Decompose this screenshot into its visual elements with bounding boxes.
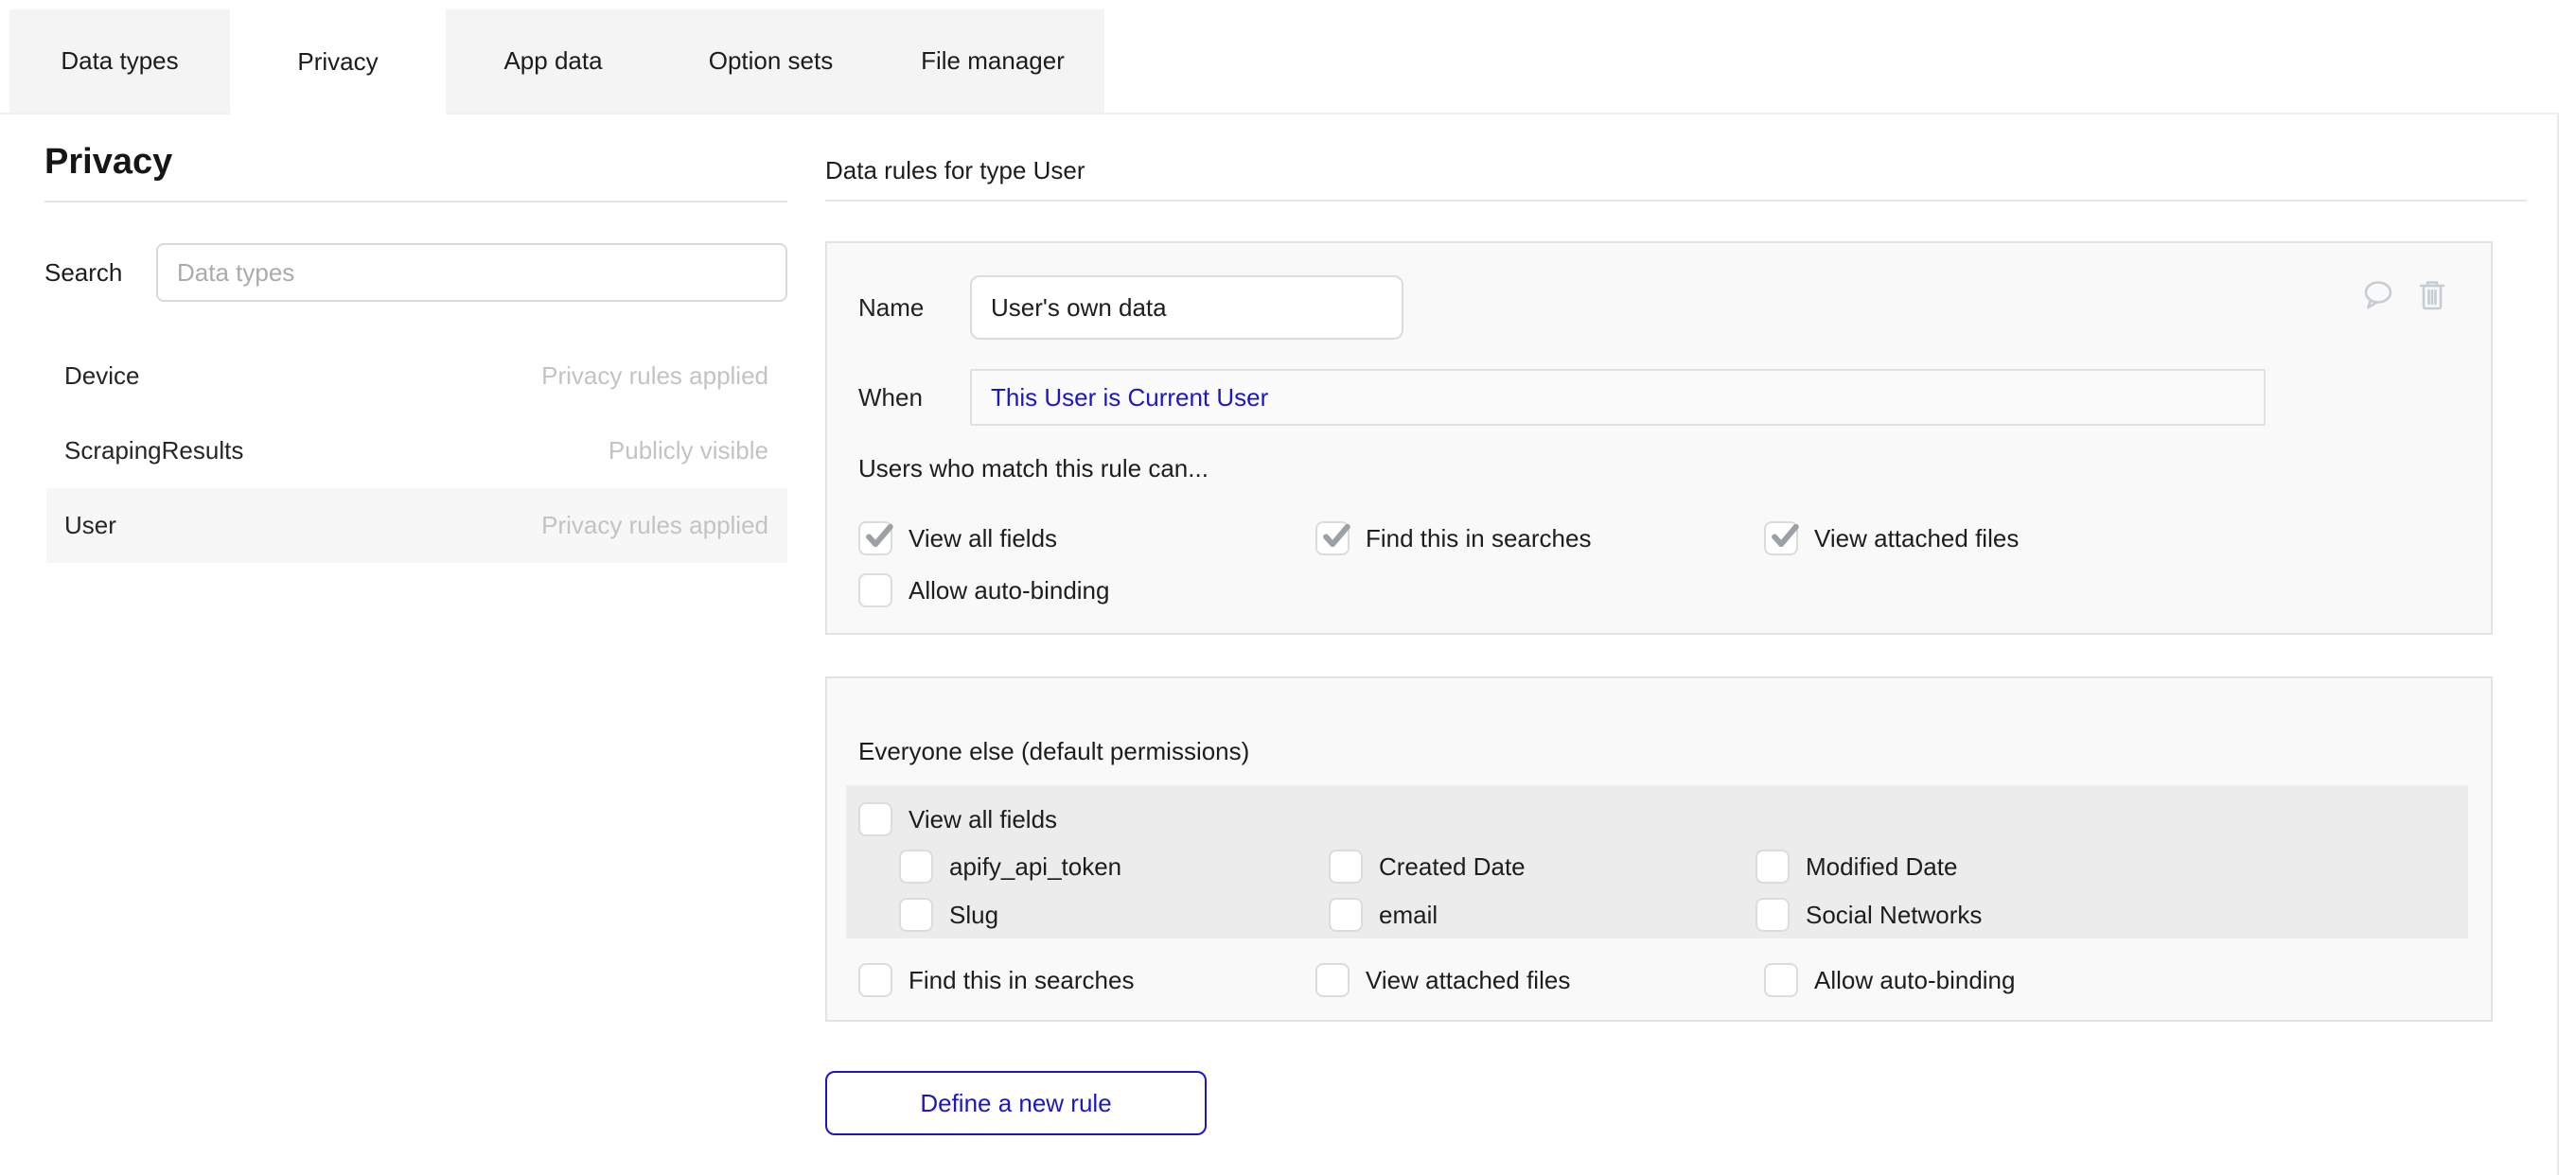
- checkbox-label: Find this in searches: [909, 966, 1134, 995]
- data-type-name: ScrapingResults: [64, 436, 243, 465]
- data-type-status: Privacy rules applied: [541, 511, 768, 540]
- checkbox-item-allow-auto-binding-default[interactable]: Allow auto-binding: [1764, 963, 2015, 997]
- define-new-rule-button[interactable]: Define a new rule: [825, 1071, 1207, 1135]
- when-condition-text: This User is Current User: [991, 383, 1268, 412]
- search-input[interactable]: [156, 243, 787, 302]
- checkbox-item-view-all-fields[interactable]: View all fields: [858, 521, 1315, 555]
- tab-app-data[interactable]: App data: [446, 9, 661, 113]
- permissions-row: Allow auto-binding: [858, 573, 2491, 607]
- data-rules-panel: Data rules for type User: [825, 140, 2493, 1135]
- data-type-name: Device: [64, 361, 139, 391]
- checkbox-label: apify_api_token: [949, 852, 1121, 882]
- permissions-row: View all fields Find this in searches Vi…: [858, 521, 2491, 555]
- list-item-user[interactable]: User Privacy rules applied: [46, 488, 787, 563]
- rule-name-row: Name: [858, 275, 2491, 340]
- checkbox-label: Find this in searches: [1366, 524, 1591, 553]
- tab-data-types[interactable]: Data types: [9, 9, 230, 113]
- checkbox[interactable]: [858, 573, 892, 607]
- tab-option-sets[interactable]: Option sets: [661, 9, 881, 113]
- list-item-device[interactable]: Device Privacy rules applied: [46, 339, 787, 413]
- tab-bar: Data types Privacy App data Option sets …: [9, 9, 1104, 114]
- list-item-scrapingresults[interactable]: ScrapingResults Publicly visible: [46, 413, 787, 488]
- checkbox-label: View all fields: [909, 805, 1057, 834]
- checkbox[interactable]: [858, 521, 892, 555]
- rules-title: Data rules for type User: [825, 156, 2493, 184]
- data-type-name: User: [64, 511, 116, 540]
- when-condition-box[interactable]: This User is Current User: [970, 369, 2266, 426]
- checkbox-label: email: [1379, 901, 1438, 930]
- trash-icon[interactable]: [2417, 278, 2447, 312]
- checkbox-item-modified-date[interactable]: Modified Date: [1756, 850, 1957, 884]
- divider: [825, 200, 2527, 202]
- checkbox-item-view-attached-files[interactable]: View attached files: [1764, 521, 2019, 555]
- checkbox-label: Modified Date: [1806, 852, 1957, 882]
- comment-icon[interactable]: [2360, 277, 2396, 313]
- checkbox-label: View attached files: [1814, 524, 2019, 553]
- rule-when-row: When This User is Current User: [858, 369, 2491, 426]
- when-label: When: [858, 383, 970, 412]
- checkbox-item-view-attached-files-default[interactable]: View attached files: [1315, 963, 1764, 997]
- privacy-rule-card: Name When This User is Current User User…: [825, 241, 2493, 635]
- page-title: Privacy: [44, 140, 787, 184]
- checkbox[interactable]: [1764, 963, 1798, 997]
- search-row: Search: [44, 243, 787, 302]
- privacy-sidebar: Privacy Search Device Privacy rules appl…: [44, 140, 787, 563]
- checkbox[interactable]: [899, 850, 933, 884]
- checkbox[interactable]: [899, 898, 933, 932]
- checkbox-label: View all fields: [909, 524, 1057, 553]
- checkbox-label: View attached files: [1366, 966, 1570, 995]
- tab-label: Option sets: [709, 46, 834, 76]
- checkbox-label: Slug: [949, 901, 998, 930]
- checkbox[interactable]: [1756, 850, 1790, 884]
- rule-name-input[interactable]: [970, 275, 1403, 340]
- data-type-status: Publicly visible: [609, 436, 768, 465]
- fields-panel: View all fields apify_api_token Created …: [846, 785, 2468, 938]
- tab-label: Data types: [61, 46, 178, 76]
- tab-privacy[interactable]: Privacy: [230, 9, 446, 114]
- default-permissions-card: Everyone else (default permissions) View…: [825, 676, 2493, 1022]
- rule-actions: [2360, 277, 2447, 313]
- checkbox-item-view-all-fields-default[interactable]: View all fields: [858, 802, 2468, 836]
- checkbox-item-find-in-searches-default[interactable]: Find this in searches: [858, 963, 1315, 997]
- checkbox[interactable]: [1329, 850, 1363, 884]
- checkbox-item-created-date[interactable]: Created Date: [1329, 850, 1756, 884]
- tab-label: App data: [503, 46, 602, 76]
- checkbox-item-email[interactable]: email: [1329, 898, 1756, 932]
- checkbox[interactable]: [858, 802, 892, 836]
- fields-row: apify_api_token Created Date Modified Da…: [858, 850, 2468, 884]
- tab-label: Privacy: [297, 47, 378, 77]
- privacy-settings-screen: Data types Privacy App data Option sets …: [0, 0, 2576, 1175]
- checkbox-label: Social Networks: [1806, 901, 1982, 930]
- data-type-list: Device Privacy rules applied ScrapingRes…: [46, 339, 787, 563]
- divider: [44, 201, 787, 202]
- checkbox[interactable]: [1315, 963, 1350, 997]
- checkbox[interactable]: [1315, 521, 1350, 555]
- checkbox-item-find-in-searches[interactable]: Find this in searches: [1315, 521, 1764, 555]
- checkbox-item-apify-api-token[interactable]: apify_api_token: [899, 850, 1329, 884]
- checkbox-label: Created Date: [1379, 852, 1526, 882]
- default-permissions-row: Find this in searches View attached file…: [858, 963, 2468, 997]
- checkbox-item-allow-auto-binding[interactable]: Allow auto-binding: [858, 573, 1109, 607]
- checkbox[interactable]: [1329, 898, 1363, 932]
- checkbox-label: Allow auto-binding: [1814, 966, 2015, 995]
- fields-row: Slug email Social Networks: [858, 898, 2468, 932]
- checkbox[interactable]: [1756, 898, 1790, 932]
- default-permissions-title: Everyone else (default permissions): [858, 737, 2468, 765]
- data-type-status: Privacy rules applied: [541, 361, 768, 391]
- rule-subtitle: Users who match this rule can...: [858, 454, 2491, 482]
- tab-label: File manager: [921, 46, 1065, 76]
- checkbox[interactable]: [1764, 521, 1798, 555]
- tab-file-manager[interactable]: File manager: [881, 9, 1104, 113]
- checkbox-item-slug[interactable]: Slug: [899, 898, 1329, 932]
- checkbox-item-social-networks[interactable]: Social Networks: [1756, 898, 1982, 932]
- checkbox[interactable]: [858, 963, 892, 997]
- name-label: Name: [858, 293, 970, 323]
- search-label: Search: [44, 258, 156, 288]
- checkbox-label: Allow auto-binding: [909, 576, 1109, 605]
